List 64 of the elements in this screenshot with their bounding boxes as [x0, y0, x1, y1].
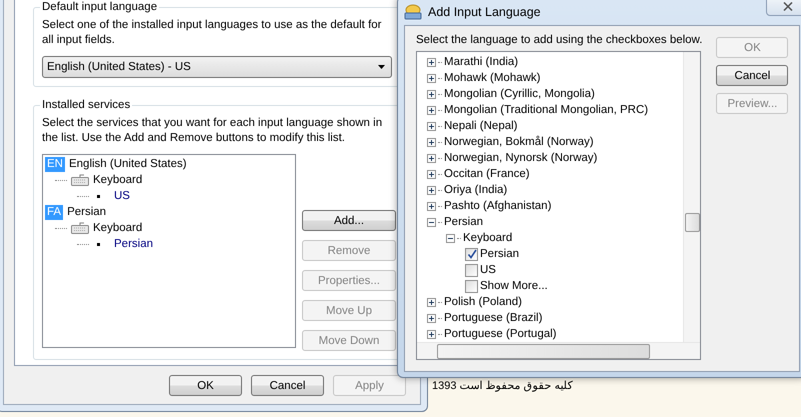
tree-item[interactable]: Oriya (India): [444, 184, 508, 196]
expand-icon[interactable]: [427, 314, 436, 322]
expand-icon[interactable]: [427, 170, 436, 178]
checkbox[interactable]: [465, 248, 478, 260]
horizontal-scrollbar[interactable]: [417, 342, 700, 359]
vertical-scrollbar[interactable]: [683, 52, 700, 342]
group-title: Default input language: [40, 0, 160, 15]
dialog-button[interactable]: Cancel: [251, 375, 324, 396]
dialog-button[interactable]: Add...: [302, 210, 396, 231]
tree-item[interactable]: Polish (Poland): [444, 296, 522, 308]
tree-item[interactable]: Pashto (Afghanistan): [444, 200, 552, 212]
bullet-icon: [97, 194, 100, 198]
tree-item[interactable]: Persian: [480, 248, 519, 260]
tree-item[interactable]: Persian: [67, 206, 106, 218]
tree-item[interactable]: Portuguese (Portugal): [444, 328, 557, 340]
bullet-icon: [97, 242, 100, 246]
checkbox[interactable]: [465, 264, 478, 276]
tree-item[interactable]: Norwegian, Nynorsk (Norway): [444, 152, 598, 164]
close-icon: [783, 2, 793, 11]
description-text: Select one of the installed input languages to use as the default for all input fields.: [42, 18, 382, 48]
dropdown-arrow-icon: [378, 65, 385, 69]
expand-icon[interactable]: [427, 122, 436, 130]
tree-item[interactable]: Keyboard: [93, 174, 142, 186]
tree-item[interactable]: English (United States): [68, 158, 187, 170]
language-dropdown[interactable]: English (United States) - US: [42, 56, 392, 78]
collapse-icon[interactable]: [446, 234, 455, 242]
tree-item[interactable]: Mongolian (Traditional Mongolian, PRC): [444, 104, 648, 116]
tree-item[interactable]: Occitan (France): [444, 168, 530, 180]
expand-icon[interactable]: [427, 106, 436, 114]
tree-item[interactable]: Nepali (Nepal): [444, 120, 518, 132]
keyboard-icon: [71, 174, 89, 186]
tree-item[interactable]: Keyboard: [463, 232, 512, 244]
instruction-text: Select the language to add using the checkboxes below.: [416, 34, 702, 46]
expand-icon[interactable]: [427, 154, 436, 162]
expand-icon[interactable]: [427, 298, 436, 306]
tree-item[interactable]: US: [114, 190, 130, 202]
expand-icon[interactable]: [427, 74, 436, 82]
tree-item[interactable]: Keyboard: [93, 222, 142, 234]
expand-icon[interactable]: [427, 138, 436, 146]
tree-item[interactable]: Mongolian (Cyrillic, Mongolia): [444, 88, 595, 100]
tree-item[interactable]: Norwegian, Bokmål (Norway): [444, 136, 594, 148]
tree-item[interactable]: Marathi (India): [444, 56, 518, 68]
tree-item[interactable]: Persian: [444, 216, 483, 228]
description-text: Select the services that you want for each input language shown in the list. Use the Add and Remove buttons to modify this list.: [42, 116, 384, 146]
expand-icon[interactable]: [427, 186, 436, 194]
checkbox[interactable]: [465, 280, 478, 292]
expand-icon[interactable]: [427, 90, 436, 98]
keyboard-icon: [71, 222, 89, 234]
keyboard-globe-icon: [404, 4, 422, 20]
copyright-text: کلیه حقوق محفوظ است 1393: [432, 379, 573, 392]
tree-item[interactable]: Mohawk (Mohawk): [444, 72, 540, 84]
language-badge: FA: [45, 204, 64, 220]
tree-item[interactable]: US: [480, 264, 496, 276]
tree-item[interactable]: Show More...: [480, 280, 548, 292]
collapse-icon[interactable]: [427, 218, 436, 226]
dialog-button[interactable]: OK: [169, 375, 242, 396]
expand-icon[interactable]: [427, 202, 436, 210]
expand-icon[interactable]: [427, 58, 436, 66]
window-title: Add Input Language: [428, 5, 541, 19]
dialog-button[interactable]: Cancel: [716, 65, 788, 86]
expand-icon[interactable]: [427, 330, 436, 338]
tree-item[interactable]: Portuguese (Brazil): [444, 312, 542, 324]
language-badge: EN: [45, 156, 65, 172]
tree-item[interactable]: Persian: [114, 238, 153, 250]
